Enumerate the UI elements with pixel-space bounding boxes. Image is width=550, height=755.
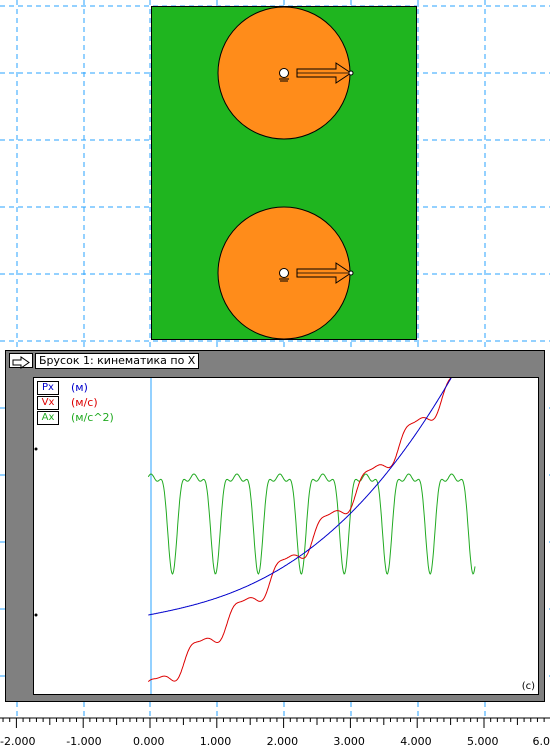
curve-start-marker <box>34 613 38 617</box>
panel-title: Брусок 1: кинематика по X <box>35 353 200 369</box>
plot-area[interactable]: Px (м) Vx (м/с) Ax (м/с^2) (с) <box>33 377 539 695</box>
kinematics-panel[interactable]: Брусок 1: кинематика по X Px (м) Vx (м/с… <box>5 350 545 702</box>
axis-tick-label: 4.000 <box>400 735 432 748</box>
axis-tick-label: 3.000 <box>333 735 365 748</box>
axis-tick-label: -1.000 <box>66 735 102 748</box>
velocity-curve <box>147 378 452 682</box>
time-unit-label: (с) <box>521 681 535 692</box>
wheels-layer <box>217 6 354 340</box>
acceleration-curve <box>147 473 476 575</box>
collapse-arrow-button[interactable] <box>9 353 33 369</box>
axis-tick-label: 0.000 <box>133 735 165 748</box>
axis-tick-label: 2.000 <box>266 735 299 748</box>
axis-tick-label: 5.000 <box>467 735 499 748</box>
time-axis[interactable]: -2.000 -1.000 0.000 1.000 2.000 3.000 4.000 5.0… <box>0 716 550 755</box>
curve-start-marker <box>34 447 38 451</box>
position-curve <box>148 378 452 616</box>
axis-tick-label: 1.000 <box>199 735 232 748</box>
arrow-right-icon <box>12 356 30 369</box>
plot-curves <box>34 378 476 694</box>
axis-tick-label: -2.000 <box>0 735 36 748</box>
axis-tick-label: 6.0 <box>532 735 550 748</box>
axis-ticks <box>0 717 550 728</box>
panel-title-bar: Брусок 1: кинематика по X <box>6 351 544 371</box>
